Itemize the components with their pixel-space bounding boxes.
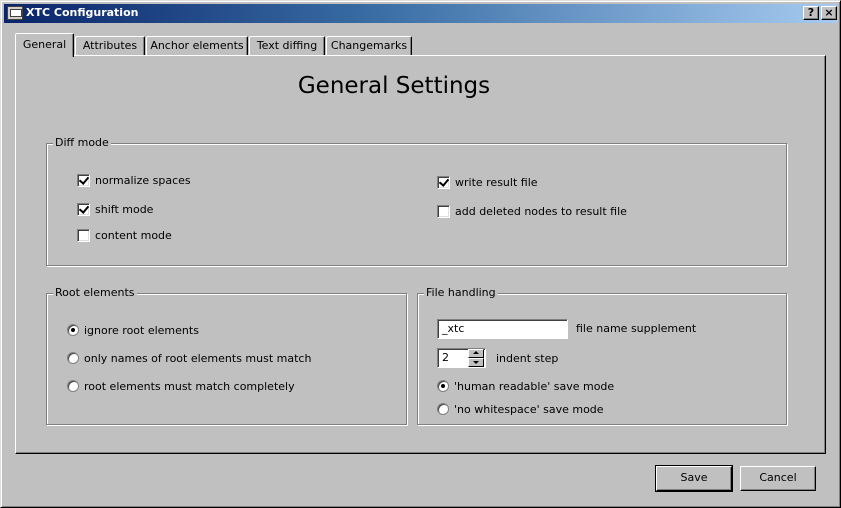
tab-changemarks[interactable]: Changemarks [326, 36, 412, 56]
checkbox-box[interactable] [77, 202, 90, 216]
shift-mode-label: shift mode [95, 203, 154, 216]
write-result-file-label: write result file [455, 176, 538, 189]
radio-label: 'no whitespace' save mode [454, 403, 604, 416]
diff-mode-title: Diff mode [53, 136, 111, 150]
help-button[interactable]: ? [803, 6, 819, 20]
checkbox-box[interactable] [437, 175, 450, 189]
file-handling-title: File handling [424, 286, 498, 300]
tab-general[interactable]: General [15, 33, 74, 57]
root-elements-title: Root elements [53, 286, 137, 300]
radio-label: 'human readable' save mode [454, 380, 615, 393]
ignore-root-elements-radio[interactable]: ignore root elements [67, 324, 199, 338]
cancel-button[interactable]: Cancel [740, 466, 816, 491]
add-deleted-nodes-label: add deleted nodes to result file [455, 205, 627, 218]
normalize-spaces-label: normalize spaces [95, 174, 191, 187]
tab-attributes[interactable]: Attributes [75, 36, 145, 56]
radio-button[interactable] [67, 352, 79, 364]
indent-step-spinner[interactable] [468, 349, 484, 367]
radio-label: root elements must match completely [84, 380, 295, 393]
save-button[interactable]: Save [655, 465, 733, 492]
content-mode-label: content mode [95, 229, 172, 242]
file-name-supplement-input[interactable]: _xtc [437, 319, 568, 339]
checkbox-box[interactable] [77, 173, 90, 187]
window-title: XTC Configuration [26, 6, 139, 19]
window-icon [7, 6, 23, 20]
close-button[interactable]: × [821, 6, 837, 20]
spin-up-icon[interactable] [468, 349, 484, 358]
names-must-match-radio[interactable]: only names of root elements must match [67, 352, 311, 366]
radio-label: only names of root elements must match [84, 352, 312, 365]
diff-mode-group: Diff mode [46, 136, 787, 266]
config-window: XTC Configuration ? × General Attributes… [0, 0, 841, 508]
write-result-file-checkbox[interactable]: write result file [437, 175, 538, 190]
checkbox-box[interactable] [437, 204, 450, 218]
page-title: General Settings [297, 73, 491, 99]
shift-mode-checkbox[interactable]: shift mode [77, 202, 154, 217]
radio-button[interactable] [67, 380, 79, 392]
radio-button[interactable] [437, 380, 449, 392]
checkbox-box[interactable] [77, 228, 90, 242]
title-bar[interactable]: XTC Configuration ? × [4, 4, 837, 23]
radio-button[interactable] [437, 403, 449, 415]
tab-text-diffing[interactable]: Text diffing [249, 36, 325, 56]
normalize-spaces-checkbox[interactable]: normalize spaces [77, 173, 191, 188]
human-readable-radio[interactable]: 'human readable' save mode [437, 380, 614, 394]
spin-down-icon[interactable] [468, 358, 484, 367]
content-mode-checkbox[interactable]: content mode [77, 228, 172, 243]
indent-step-label: indent step [496, 352, 559, 365]
radio-label: ignore root elements [84, 324, 199, 337]
radio-button[interactable] [67, 324, 79, 336]
match-completely-radio[interactable]: root elements must match completely [67, 380, 295, 394]
tab-anchor-elements[interactable]: Anchor elements [146, 36, 248, 56]
add-deleted-nodes-checkbox[interactable]: add deleted nodes to result file [437, 204, 627, 219]
file-name-supplement-label: file name supplement [576, 322, 697, 335]
no-whitespace-radio[interactable]: 'no whitespace' save mode [437, 403, 604, 417]
